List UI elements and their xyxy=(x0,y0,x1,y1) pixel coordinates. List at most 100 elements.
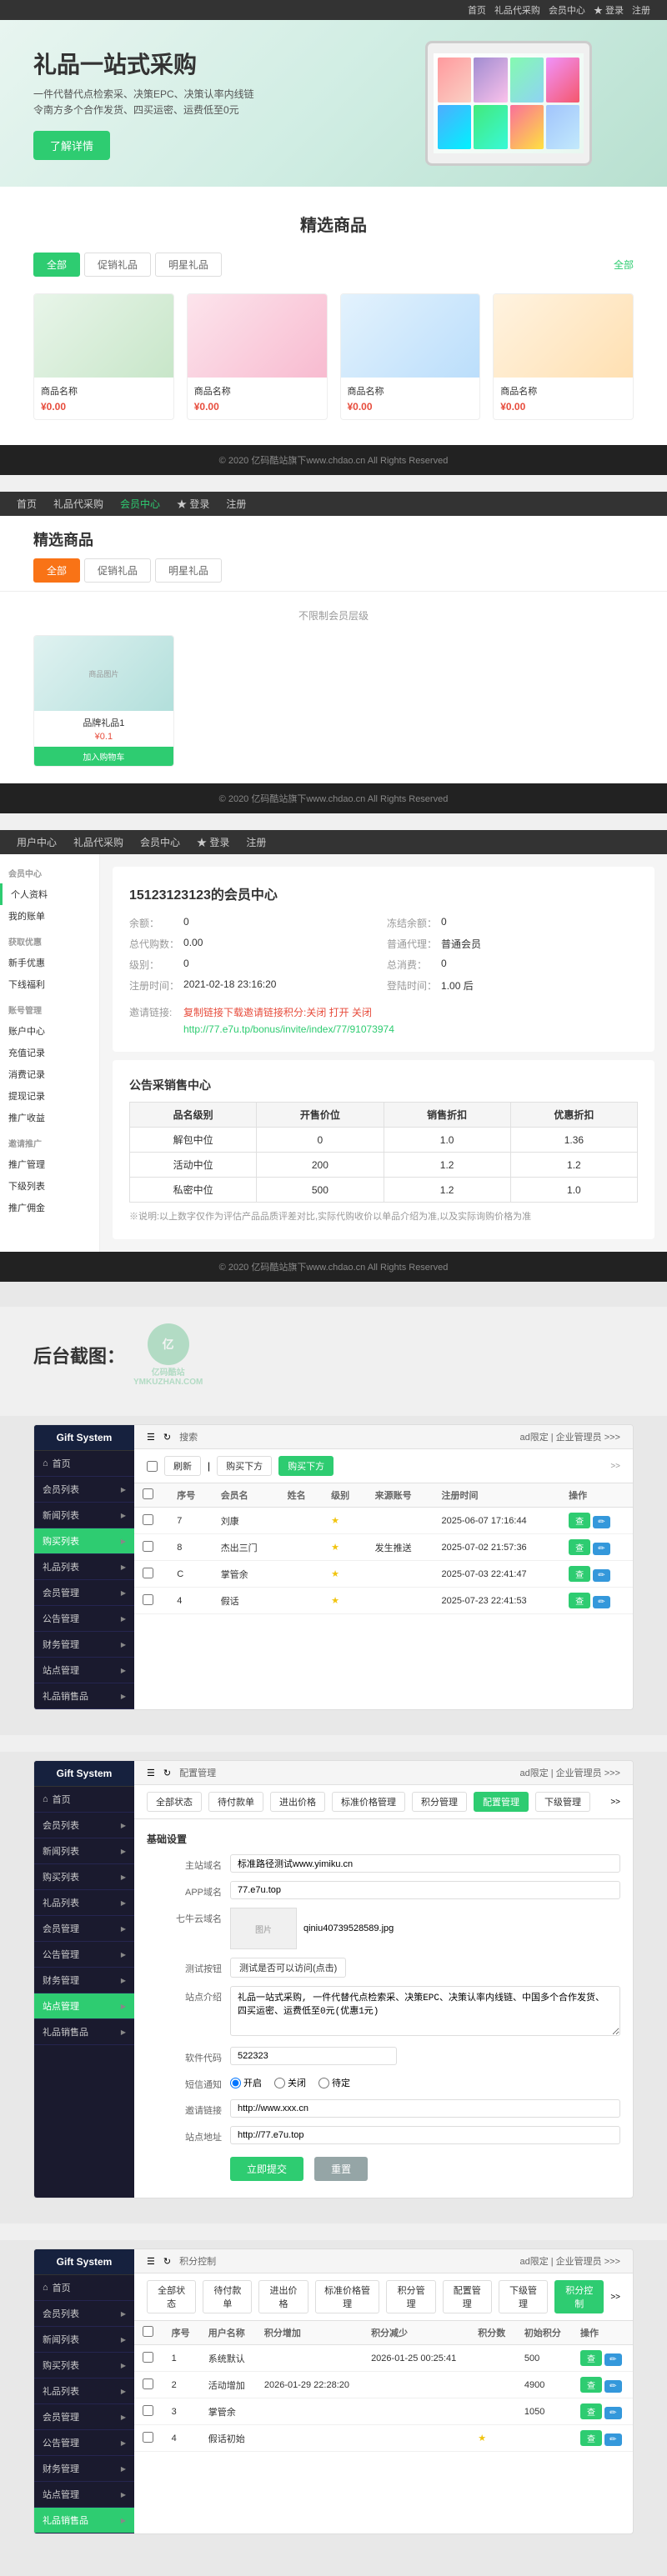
sidebar-item-home-1[interactable]: ⌂ 首页 xyxy=(34,1451,134,1477)
sidebar-item-consume[interactable]: 消费记录 xyxy=(0,1063,99,1085)
topbar-refresh-3[interactable]: ↻ xyxy=(163,2256,171,2267)
sidebar2-giftsales[interactable]: 礼品销售品 ▶ xyxy=(34,2019,134,2045)
toolbar3-tab-1[interactable]: 全部状态 xyxy=(147,2280,196,2313)
toolbar2-tab-3[interactable]: 进出价格 xyxy=(270,1792,325,1812)
sidebar-item-member-manage-1[interactable]: 会员管理 ▶ xyxy=(34,1580,134,1606)
sidebar3-home[interactable]: ⌂ 首页 xyxy=(34,2275,134,2301)
hero-cta-button[interactable]: 了解详情 xyxy=(33,131,110,160)
sidebar3-member[interactable]: 会员列表 ▶ xyxy=(34,2301,134,2327)
sidebar3-gifts[interactable]: 礼品列表 ▶ xyxy=(34,2378,134,2404)
toolbar2-tab-6[interactable]: 配置管理 xyxy=(474,1792,529,1812)
member-nav-member[interactable]: 会员中心 xyxy=(140,835,180,849)
tab-all[interactable]: 全部 xyxy=(33,253,80,277)
edit-btn-2[interactable]: ✏ xyxy=(593,1543,609,1555)
member-nav-procurement[interactable]: 礼品代采购 xyxy=(73,835,123,849)
sidebar-item-memberlist-1[interactable]: 会员列表 ▶ xyxy=(34,1477,134,1503)
sidebar-item-promo-manage[interactable]: 推广管理 xyxy=(0,1153,99,1175)
select-all-1[interactable] xyxy=(147,1461,158,1472)
sidebar2-announce[interactable]: 公告管理 ▶ xyxy=(34,1942,134,1968)
sidebar-item-sublist[interactable]: 下级列表 xyxy=(0,1175,99,1197)
toolbar3-tab-6[interactable]: 配置管理 xyxy=(443,2280,492,2313)
inner-tab-star[interactable]: 明星礼品 xyxy=(155,558,222,583)
edit-btn-3[interactable]: ✏ xyxy=(593,1569,609,1582)
toolbar3-expand[interactable]: >> xyxy=(610,2293,620,2302)
input-domain[interactable] xyxy=(230,1854,620,1873)
sidebar-item-site-1[interactable]: 站点管理 ▶ xyxy=(34,1658,134,1683)
sidebar2-news[interactable]: 新闻列表 ▶ xyxy=(34,1838,134,1864)
sidebar3-member-manage[interactable]: 会员管理 ▶ xyxy=(34,2404,134,2430)
toolbar-purchase-btn-1[interactable]: 购买下方 xyxy=(217,1456,272,1476)
toolbar-refresh-btn-1[interactable]: 刷新 xyxy=(164,1456,201,1476)
sidebar3-purchase[interactable]: 购买列表 ▶ xyxy=(34,2353,134,2378)
second-nav-procurement[interactable]: 礼品代采购 xyxy=(53,497,103,511)
sidebar-item-account-center[interactable]: 账户中心 xyxy=(0,1020,99,1042)
nav-procurement[interactable]: 礼品代采购 xyxy=(494,3,540,17)
sidebar-item-purchase-1[interactable]: 购买列表 ▶ xyxy=(34,1528,134,1554)
status3-btn-1[interactable]: 查 xyxy=(580,2350,602,2366)
radio-pending[interactable]: 待定 xyxy=(318,2076,350,2089)
radio-close[interactable]: 关闭 xyxy=(274,2076,306,2089)
nav-register[interactable]: 注册 xyxy=(632,3,650,17)
status-btn-4[interactable]: 查 xyxy=(569,1593,590,1608)
status3-btn-4[interactable]: 查 xyxy=(580,2430,602,2446)
sidebar2-finance[interactable]: 财务管理 ▶ xyxy=(34,1968,134,1993)
sidebar3-announce[interactable]: 公告管理 ▶ xyxy=(34,2430,134,2456)
sidebar3-news[interactable]: 新闻列表 ▶ xyxy=(34,2327,134,2353)
tab-promo[interactable]: 促销礼品 xyxy=(84,253,151,277)
status-btn-2[interactable]: 查 xyxy=(569,1539,590,1555)
tab-star[interactable]: 明星礼品 xyxy=(155,253,222,277)
member-nav-home[interactable]: 用户中心 xyxy=(17,835,57,849)
sidebar2-member[interactable]: 会员列表 ▶ xyxy=(34,1813,134,1838)
sidebar3-site[interactable]: 站点管理 ▶ xyxy=(34,2482,134,2508)
member-nav-login[interactable]: ★ 登录 xyxy=(197,835,229,849)
toolbar2-tab-4[interactable]: 标准价格管理 xyxy=(332,1792,405,1812)
toolbar-expand-1[interactable]: >> xyxy=(610,1462,620,1471)
member-nav-register[interactable]: 注册 xyxy=(246,835,266,849)
sidebar2-gifts[interactable]: 礼品列表 ▶ xyxy=(34,1890,134,1916)
inner-tab-all[interactable]: 全部 xyxy=(33,558,80,583)
sidebar2-site[interactable]: 站点管理 ▶ xyxy=(34,1993,134,2019)
sidebar-item-newbie[interactable]: 新手优惠 xyxy=(0,952,99,973)
sidebar3-giftsales[interactable]: 礼品销售品 ▶ xyxy=(34,2508,134,2533)
sidebar2-home[interactable]: ⌂ 首页 xyxy=(34,1787,134,1813)
sidebar3-finance[interactable]: 财务管理 ▶ xyxy=(34,2456,134,2482)
status3-btn-3[interactable]: 查 xyxy=(580,2403,602,2419)
sidebar-item-promo-income[interactable]: 推广收益 xyxy=(0,1107,99,1128)
edit3-btn-1[interactable]: ✏ xyxy=(604,2353,621,2366)
input-app-domain[interactable] xyxy=(230,1881,620,1899)
sidebar-item-announce-1[interactable]: 公告管理 ▶ xyxy=(34,1606,134,1632)
sidebar-item-recharge[interactable]: 充值记录 xyxy=(0,1042,99,1063)
test-btn[interactable]: 测试是否可以访问(点击) xyxy=(230,1958,346,1978)
sidebar-item-commission[interactable]: 推广佣金 xyxy=(0,1197,99,1218)
radio-open[interactable]: 开启 xyxy=(230,2076,262,2089)
toolbar3-tab-2[interactable]: 待付款单 xyxy=(203,2280,252,2313)
input-code[interactable] xyxy=(230,2047,397,2065)
second-nav-member[interactable]: 会员中心 xyxy=(120,497,160,511)
toolbar2-tab-2[interactable]: 待付款单 xyxy=(208,1792,263,1812)
sidebar2-member-manage[interactable]: 会员管理 ▶ xyxy=(34,1916,134,1942)
sidebar-item-news-1[interactable]: 新闻列表 ▶ xyxy=(34,1503,134,1528)
sidebar-item-giftsales-1[interactable]: 礼品销售品 ▶ xyxy=(34,1683,134,1709)
sidebar2-purchase[interactable]: 购买列表 ▶ xyxy=(34,1864,134,1890)
toolbar2-tab-7[interactable]: 下级管理 xyxy=(535,1792,590,1812)
toolbar2-tab-1[interactable]: 全部状态 xyxy=(147,1792,202,1812)
toolbar-active-btn-1[interactable]: 购买下方 xyxy=(278,1456,334,1476)
edit3-btn-4[interactable]: ✏ xyxy=(604,2433,621,2446)
toolbar3-tab-4[interactable]: 标准价格管理 xyxy=(315,2280,380,2313)
textarea-intro[interactable]: 礼品一站式采购, 一件代替代点检索采、决策EPC、决策认率内线链、中国多个合作发… xyxy=(230,1986,620,2036)
input-invite-link[interactable] xyxy=(230,2099,620,2118)
sidebar-item-profile[interactable]: 个人资料 xyxy=(0,883,99,905)
reset-btn-2[interactable]: 重置 xyxy=(314,2157,368,2181)
sidebar-item-finance-1[interactable]: 财务管理 ▶ xyxy=(34,1632,134,1658)
topbar-refresh-2[interactable]: ↻ xyxy=(163,1768,171,1778)
submit-btn-2[interactable]: 立即提交 xyxy=(230,2157,303,2181)
edit3-btn-3[interactable]: ✏ xyxy=(604,2407,621,2419)
sidebar-item-gifts-1[interactable]: 礼品列表 ▶ xyxy=(34,1554,134,1580)
second-nav-login[interactable]: ★ 登录 xyxy=(177,497,209,511)
edit-btn-4[interactable]: ✏ xyxy=(593,1596,609,1608)
sidebar-item-withdraw[interactable]: 提现记录 xyxy=(0,1085,99,1107)
toolbar3-tab-5[interactable]: 积分管理 xyxy=(386,2280,435,2313)
sidebar-item-bills[interactable]: 我的账单 xyxy=(0,905,99,927)
nav-home[interactable]: 首页 xyxy=(468,3,486,17)
toolbar2-expand[interactable]: >> xyxy=(610,1798,620,1807)
